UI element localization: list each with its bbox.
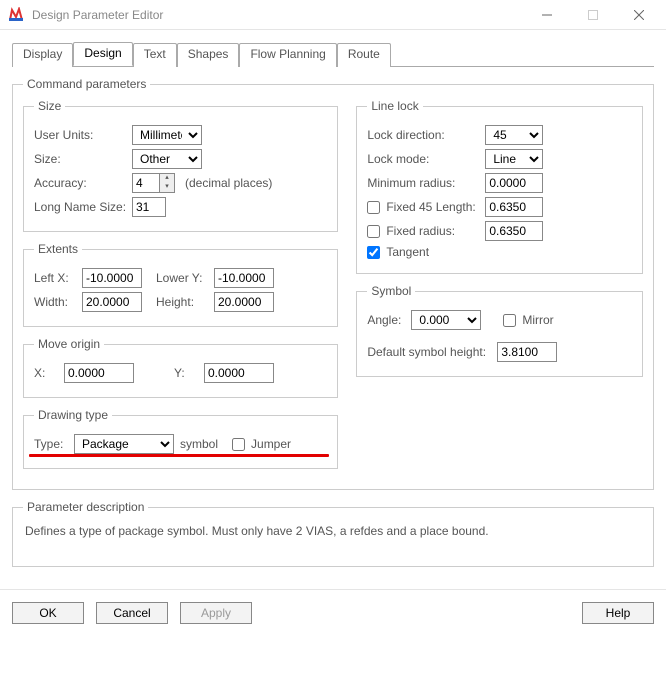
- minimize-button[interactable]: [524, 0, 570, 30]
- label-lock-mode: Lock mode:: [367, 152, 485, 166]
- fixed-radius-text: Fixed radius:: [386, 224, 455, 238]
- label-height: Height:: [156, 295, 214, 309]
- group-size: Size User Units: Millimeter Size: Other …: [23, 99, 338, 232]
- fixed45-input[interactable]: [485, 197, 543, 217]
- legend-move-origin: Move origin: [34, 337, 104, 351]
- ok-button[interactable]: OK: [12, 602, 84, 624]
- decimal-places-text: (decimal places): [185, 176, 272, 190]
- label-lowery: Lower Y:: [156, 271, 214, 285]
- tab-display[interactable]: Display: [12, 43, 73, 67]
- spin-down-icon[interactable]: ▾: [160, 183, 174, 192]
- legend-command: Command parameters: [23, 77, 150, 91]
- tab-bar: Display Design Text Shapes Flow Planning…: [12, 42, 654, 67]
- label-width: Width:: [34, 295, 82, 309]
- symbol-suffix: symbol: [180, 437, 218, 451]
- group-command-parameters: Command parameters Size User Units: Mill…: [12, 77, 654, 490]
- label-lock-direction: Lock direction:: [367, 128, 485, 142]
- mirror-checkbox-label[interactable]: Mirror: [503, 313, 553, 327]
- label-default-height: Default symbol height:: [367, 345, 497, 359]
- group-line-lock: Line lock Lock direction: 45 Lock mode: …: [356, 99, 643, 274]
- label-leftx: Left X:: [34, 271, 82, 285]
- fixed45-checkbox[interactable]: [367, 201, 380, 214]
- group-drawing-type: Drawing type Type: Package symbol Jumper: [23, 408, 338, 469]
- jumper-checkbox-label[interactable]: Jumper: [232, 437, 291, 451]
- legend-symbol: Symbol: [367, 284, 415, 298]
- lock-direction-select[interactable]: 45: [485, 125, 543, 145]
- legend-line-lock: Line lock: [367, 99, 422, 113]
- angle-select[interactable]: 0.000: [411, 310, 481, 330]
- default-height-input[interactable]: [497, 342, 557, 362]
- fixed-radius-input[interactable]: [485, 221, 543, 241]
- group-symbol: Symbol Angle: 0.000 Mirror Default symbo…: [356, 284, 643, 377]
- spin-up-icon[interactable]: ▴: [160, 174, 174, 183]
- user-units-select[interactable]: Millimeter: [132, 125, 202, 145]
- origin-y-input[interactable]: [204, 363, 274, 383]
- label-type: Type:: [34, 437, 74, 451]
- label-size: Size:: [34, 152, 132, 166]
- tab-route[interactable]: Route: [337, 43, 391, 67]
- fixed-radius-checkbox-label[interactable]: Fixed radius:: [367, 224, 485, 238]
- tangent-checkbox[interactable]: [367, 246, 380, 259]
- origin-x-input[interactable]: [64, 363, 134, 383]
- leftx-input[interactable]: [82, 268, 142, 288]
- param-desc-text: Defines a type of package symbol. Must o…: [23, 522, 643, 556]
- cancel-button[interactable]: Cancel: [96, 602, 168, 624]
- width-input[interactable]: [82, 292, 142, 312]
- height-input[interactable]: [214, 292, 274, 312]
- mirror-text: Mirror: [522, 313, 553, 327]
- legend-size: Size: [34, 99, 65, 113]
- group-parameter-description: Parameter description Defines a type of …: [12, 500, 654, 567]
- label-y: Y:: [174, 366, 204, 380]
- group-move-origin: Move origin X: Y:: [23, 337, 338, 398]
- tangent-checkbox-label[interactable]: Tangent: [367, 245, 429, 259]
- group-extents: Extents Left X: Lower Y: Width: Height:: [23, 242, 338, 327]
- accuracy-spinner[interactable]: ▴▾: [132, 173, 175, 193]
- fixed45-text: Fixed 45 Length:: [386, 200, 475, 214]
- min-radius-input[interactable]: [485, 173, 543, 193]
- maximize-button[interactable]: [570, 0, 616, 30]
- tangent-text: Tangent: [386, 245, 429, 259]
- fixed-radius-checkbox[interactable]: [367, 225, 380, 238]
- label-x: X:: [34, 366, 64, 380]
- jumper-checkbox[interactable]: [232, 438, 245, 451]
- help-button[interactable]: Help: [582, 602, 654, 624]
- lock-mode-select[interactable]: Line: [485, 149, 543, 169]
- label-angle: Angle:: [367, 313, 411, 327]
- legend-drawing-type: Drawing type: [34, 408, 112, 422]
- label-accuracy: Accuracy:: [34, 176, 132, 190]
- label-user-units: User Units:: [34, 128, 132, 142]
- tab-shapes[interactable]: Shapes: [177, 43, 240, 67]
- size-select[interactable]: Other: [132, 149, 202, 169]
- dialog-buttons: OK Cancel Apply Help: [0, 589, 666, 636]
- legend-param-desc: Parameter description: [23, 500, 148, 514]
- label-long-name: Long Name Size:: [34, 200, 132, 214]
- type-select[interactable]: Package: [74, 434, 174, 454]
- jumper-text: Jumper: [251, 437, 291, 451]
- window-title: Design Parameter Editor: [32, 8, 524, 22]
- close-button[interactable]: [616, 0, 662, 30]
- apply-button[interactable]: Apply: [180, 602, 252, 624]
- mirror-checkbox[interactable]: [503, 314, 516, 327]
- legend-extents: Extents: [34, 242, 82, 256]
- tab-text[interactable]: Text: [133, 43, 177, 67]
- accuracy-input[interactable]: [133, 174, 159, 192]
- tab-design[interactable]: Design: [73, 42, 132, 66]
- fixed45-checkbox-label[interactable]: Fixed 45 Length:: [367, 200, 485, 214]
- tab-flow-planning[interactable]: Flow Planning: [239, 43, 336, 67]
- app-icon: [8, 7, 24, 23]
- titlebar: Design Parameter Editor: [0, 0, 666, 30]
- long-name-input[interactable]: [132, 197, 166, 217]
- label-min-radius: Minimum radius:: [367, 176, 485, 190]
- lowery-input[interactable]: [214, 268, 274, 288]
